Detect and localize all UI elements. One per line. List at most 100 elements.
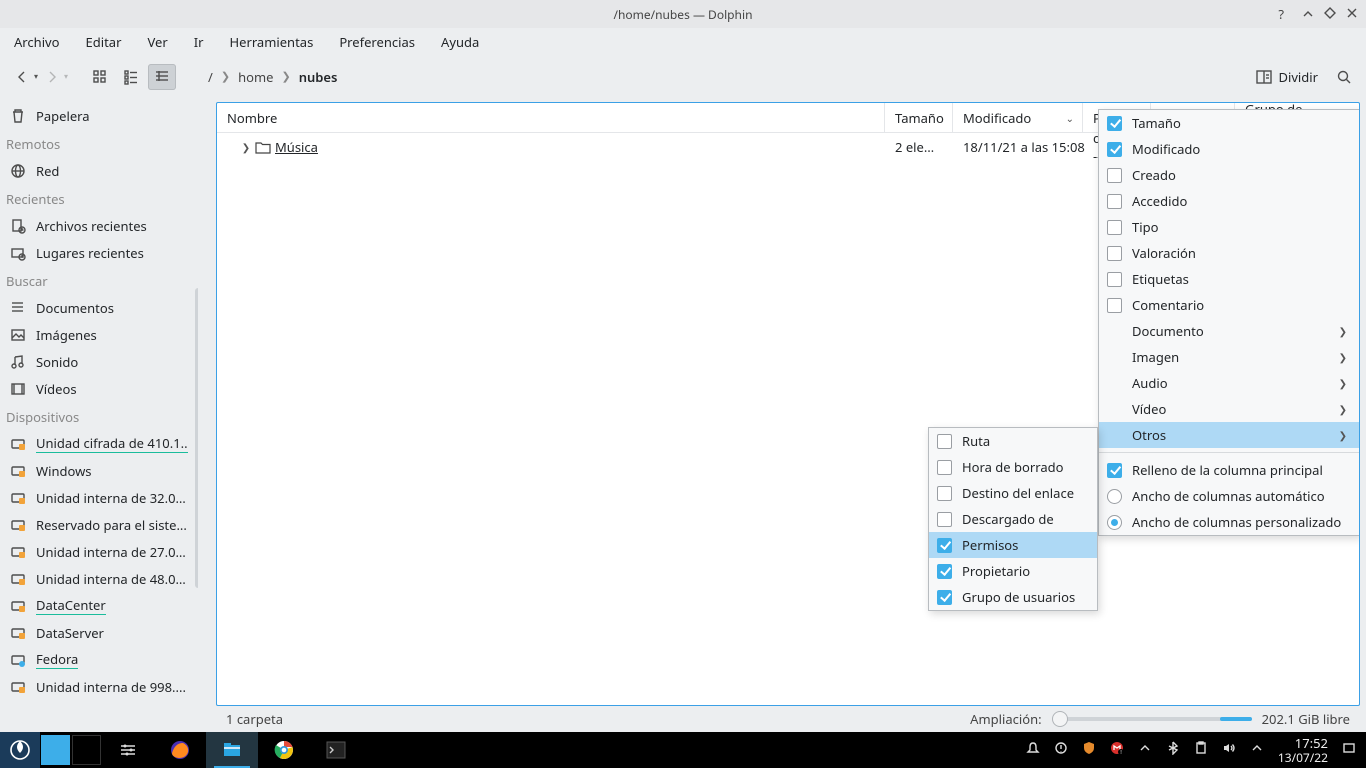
column-submenu-item[interactable]: Hora de borrado <box>929 454 1097 480</box>
task-chrome[interactable] <box>258 732 310 768</box>
column-menu-item[interactable]: Etiquetas <box>1099 266 1359 292</box>
sidebar-trash[interactable]: Papelera <box>0 102 198 129</box>
header-name[interactable]: Nombre <box>217 103 885 132</box>
menu-editar[interactable]: Editar <box>86 33 122 51</box>
sort-indicator-icon: ⌄ <box>1066 111 1074 125</box>
search-button[interactable] <box>1332 65 1356 89</box>
details-view-button[interactable] <box>148 64 176 90</box>
tray-chevron-icon[interactable] <box>1138 741 1152 759</box>
back-history-dropdown[interactable]: ▾ <box>34 71 38 82</box>
sidebar-device-5[interactable]: Unidad interna de 48.0 ... <box>0 565 198 592</box>
section-recent: Recientes <box>0 184 198 212</box>
sidebar-device-6[interactable]: DataCenter <box>0 592 198 619</box>
menu-ver[interactable]: Ver <box>147 33 167 51</box>
sidebar-device-2[interactable]: Unidad interna de 32.0 ... <box>0 484 198 511</box>
zoom-slider[interactable] <box>1052 717 1252 721</box>
column-menu-item[interactable]: Ancho de columnas personalizado <box>1099 509 1359 535</box>
breadcrumb-root[interactable]: / <box>208 68 213 86</box>
column-menu-item[interactable]: Accedido <box>1099 188 1359 214</box>
breadcrumb-current[interactable]: nubes <box>299 68 338 86</box>
sidebar-device-7[interactable]: DataServer <box>0 619 198 646</box>
column-submenu-item[interactable]: Grupo de usuarios <box>929 584 1097 610</box>
task-firefox[interactable] <box>154 732 206 768</box>
tray-bluetooth-icon[interactable] <box>1166 741 1180 759</box>
column-menu-item[interactable]: Relleno de la columna principal <box>1099 457 1359 483</box>
expand-icon[interactable]: ❯ <box>241 140 251 154</box>
column-menu-item[interactable]: Vídeo❯ <box>1099 396 1359 422</box>
tray-show-desktop-icon[interactable] <box>1342 741 1356 759</box>
sidebar-device-0[interactable]: Unidad cifrada de 410.1... <box>0 430 198 457</box>
tray-clock[interactable]: 17:52 13/07/22 <box>1278 736 1328 763</box>
zoom-label: Ampliación: <box>970 710 1041 728</box>
sidebar-device-9[interactable]: Unidad interna de 998.... <box>0 673 198 700</box>
column-submenu-item[interactable]: Descargado de <box>929 506 1097 532</box>
sidebar-videos[interactable]: Vídeos <box>0 375 198 402</box>
task-terminal[interactable] <box>310 732 362 768</box>
tray-clipboard-icon[interactable] <box>1194 741 1208 759</box>
tray-notifications-icon[interactable] <box>1026 741 1040 759</box>
sidebar-scrollbar[interactable] <box>195 288 198 588</box>
column-menu-item[interactable]: Otros❯ <box>1099 422 1359 448</box>
sidebar-device-8[interactable]: Fedora <box>0 646 198 673</box>
column-submenu-item[interactable]: Propietario <box>929 558 1097 584</box>
tray-shield-icon[interactable] <box>1082 741 1096 759</box>
column-menu-item[interactable]: Modificado <box>1099 136 1359 162</box>
compact-view-button[interactable] <box>117 64 145 90</box>
breadcrumb-home[interactable]: home <box>238 68 273 86</box>
icons-view-button[interactable] <box>86 64 114 90</box>
sidebar-recent-files[interactable]: Archivos recientes <box>0 212 198 239</box>
app-launcher[interactable] <box>0 732 40 768</box>
back-button[interactable] <box>10 65 34 89</box>
tray-mega-icon[interactable]: ! <box>1110 741 1124 759</box>
forward-history-dropdown[interactable]: ▾ <box>64 71 68 82</box>
column-submenu-item[interactable]: Destino del enlace <box>929 480 1097 506</box>
sidebar-images[interactable]: Imágenes <box>0 321 198 348</box>
places-sidebar: Papelera Remotos Red Recientes Archivos … <box>0 98 198 732</box>
split-view-button[interactable]: Dividir <box>1250 64 1324 90</box>
column-menu-item[interactable]: Creado <box>1099 162 1359 188</box>
menu-archivo[interactable]: Archivo <box>14 33 60 51</box>
sidebar-documents[interactable]: Documentos <box>0 294 198 321</box>
free-space: 202.1 GiB libre <box>1262 710 1350 728</box>
column-menu-item[interactable]: Comentario <box>1099 292 1359 318</box>
task-dolphin[interactable] <box>206 732 258 768</box>
close-button[interactable] <box>1346 5 1358 24</box>
column-submenu-item[interactable]: Permisos <box>929 532 1097 558</box>
split-view-label: Dividir <box>1278 68 1318 86</box>
sidebar-network[interactable]: Red <box>0 157 198 184</box>
minimize-button[interactable] <box>1302 5 1314 24</box>
help-button[interactable]: ? <box>1278 5 1284 23</box>
window-title: /home/nubes — Dolphin <box>614 6 753 23</box>
tray-volume-icon[interactable] <box>1222 741 1236 759</box>
column-chooser-submenu-otros: RutaHora de borradoDestino del enlaceDes… <box>928 427 1098 611</box>
file-name[interactable]: Música <box>275 138 318 156</box>
column-submenu-item[interactable]: Ruta <box>929 428 1097 454</box>
header-modified[interactable]: Modificado⌄ <box>953 103 1083 132</box>
task-systemsettings[interactable] <box>102 732 154 768</box>
column-menu-item[interactable]: Documento❯ <box>1099 318 1359 344</box>
menu-ir[interactable]: Ir <box>194 33 204 51</box>
column-menu-item[interactable]: Imagen❯ <box>1099 344 1359 370</box>
maximize-button[interactable] <box>1324 5 1336 24</box>
statusbar: 1 carpeta Ampliación: 202.1 GiB libre <box>216 706 1360 732</box>
sidebar-device-3[interactable]: Reservado para el siste... <box>0 511 198 538</box>
virtual-desktop-pager[interactable] <box>40 732 102 768</box>
forward-button[interactable] <box>40 65 64 89</box>
column-menu-item[interactable]: Tipo <box>1099 214 1359 240</box>
header-size[interactable]: Tamaño <box>885 103 953 132</box>
column-menu-item[interactable]: Valoración <box>1099 240 1359 266</box>
column-menu-item[interactable]: Audio❯ <box>1099 370 1359 396</box>
column-menu-item[interactable]: Ancho de columnas automático <box>1099 483 1359 509</box>
column-menu-item[interactable]: Tamaño <box>1099 110 1359 136</box>
sidebar-device-1[interactable]: Windows <box>0 457 198 484</box>
sidebar-recent-places[interactable]: Lugares recientes <box>0 239 198 266</box>
menu-preferencias[interactable]: Preferencias <box>339 33 415 51</box>
tray-updates-icon[interactable] <box>1054 741 1068 759</box>
tray-caret-icon[interactable] <box>1250 741 1264 759</box>
menu-ayuda[interactable]: Ayuda <box>441 33 479 51</box>
sidebar-device-4[interactable]: Unidad interna de 27.0 ... <box>0 538 198 565</box>
column-chooser-menu: TamañoModificadoCreadoAccedidoTipoValora… <box>1098 109 1360 536</box>
breadcrumb: / ❯ home ❯ nubes <box>208 68 337 86</box>
sidebar-audio[interactable]: Sonido <box>0 348 198 375</box>
menu-herramientas[interactable]: Herramientas <box>229 33 313 51</box>
